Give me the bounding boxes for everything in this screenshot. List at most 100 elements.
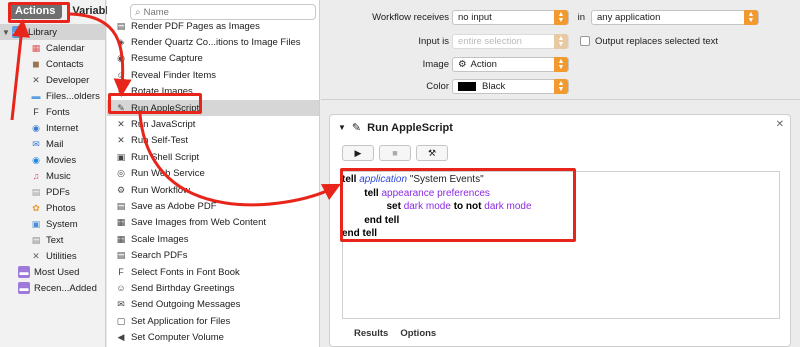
receives-popup[interactable]: no input ▲ ▼ [452, 10, 569, 25]
library-item[interactable]: ◉ Movies [0, 152, 105, 168]
action-item-label: Scale Images [131, 233, 189, 245]
search-input[interactable] [143, 6, 304, 18]
action-item-label: Resume Capture [131, 53, 203, 65]
color-popup[interactable]: Black ▲ ▼ [452, 79, 569, 94]
library-most-used-label: Most Used [34, 266, 80, 278]
hammer-icon: ⚒ [427, 147, 437, 158]
action-item[interactable]: ▤ Search PDFs [107, 247, 319, 263]
action-item[interactable]: ▦ Scale Images [107, 231, 319, 247]
results-button[interactable]: Results [354, 328, 388, 339]
automator-window: Actions Variables ▼ ▬ Library ▦ Calendar ◼… [0, 0, 800, 347]
library-item[interactable]: ✕ Developer [0, 72, 105, 88]
library-item[interactable]: ◉ Internet [0, 120, 105, 136]
image-popup[interactable]: ⚙ Action ▲ ▼ [452, 57, 569, 72]
library-item[interactable]: ▦ Calendar [0, 40, 105, 56]
text-icon: ▤ [31, 234, 41, 245]
library-item[interactable]: ◼ Contacts [0, 56, 105, 72]
library-item[interactable]: ✉ Mail [0, 136, 105, 152]
action-item[interactable]: ▤ Render PDF Pages as Images [107, 18, 319, 34]
input-is-popup: entire selection ▲ ▼ [452, 34, 569, 49]
action-item[interactable]: ✕ Run JavaScript [107, 116, 319, 132]
action-item[interactable]: ✕ Run Self-Test [107, 133, 319, 149]
library-recently-added[interactable]: ▬ Recen...Added [0, 280, 105, 296]
recently-added-icon: ▬ [18, 282, 30, 294]
color-value: Black [482, 81, 506, 92]
input-is-value: entire selection [458, 36, 522, 47]
messages-icon: ✉ [117, 299, 125, 310]
library-item-label: Files...olders [46, 90, 100, 102]
actions-list: ▤ Render PDF Pages as Images ◈ Render Quart… [107, 18, 319, 347]
action-item[interactable]: ☺ Reveal Finder Items [107, 67, 319, 83]
internet-icon: ◉ [32, 122, 40, 133]
image-value: Action [470, 59, 497, 70]
search-icon: ⌕ [135, 6, 141, 18]
library-item[interactable]: ✕ Utilities [0, 248, 105, 264]
annotation-box-script [340, 168, 576, 242]
options-button[interactable]: Options [400, 328, 436, 339]
most-used-icon: ▬ [18, 266, 30, 278]
fonts-icon: F [33, 107, 39, 117]
library-item[interactable]: ▤ PDFs [0, 184, 105, 200]
in-label: in [577, 12, 585, 23]
library-item[interactable]: ▬ Files...olders [0, 88, 105, 104]
action-item[interactable]: ⚙ Run Workflow [107, 182, 319, 198]
action-item[interactable]: ☺ Send Birthday Greetings [107, 280, 319, 296]
action-item[interactable]: ◀ Set Computer Volume [107, 329, 319, 345]
calendar-icon: ▦ [31, 42, 41, 53]
receives-value: no input [458, 12, 492, 23]
action-item[interactable]: ▤ Save as Adobe PDF [107, 198, 319, 214]
action-item[interactable]: ▢ Set Application for Files [107, 313, 319, 329]
play-icon: ▶ [354, 147, 362, 158]
close-icon[interactable]: ✕ [776, 119, 784, 130]
application-popup[interactable]: any application ▲ ▼ [591, 10, 759, 25]
library-item-label: Mail [46, 138, 64, 150]
utilities-icon: ✕ [32, 250, 40, 261]
stop-icon: ■ [392, 148, 398, 158]
library-most-used[interactable]: ▬ Most Used [0, 264, 105, 280]
finder-icon: ☺ [116, 70, 126, 81]
library-item[interactable]: ▣ System [0, 216, 105, 232]
library-item[interactable]: F Fonts [0, 104, 105, 120]
library-item[interactable]: ✿ Photos [0, 200, 105, 216]
card-footer: Results Options [330, 320, 790, 346]
action-item[interactable]: ▦ Save Images from Web Content [107, 215, 319, 231]
action-item-label: Render PDF Pages as Images [131, 20, 260, 32]
pdf-save-icon: ▤ [116, 200, 126, 211]
web-service-icon: ◎ [117, 168, 125, 179]
library-item-label: Contacts [46, 58, 84, 70]
action-item[interactable]: ▣ Run Shell Script [107, 149, 319, 165]
action-item[interactable]: ✉ Send Outgoing Messages [107, 297, 319, 313]
library-item-label: Internet [46, 122, 79, 134]
library-item-label: Utilities [46, 250, 77, 262]
contacts-icon: ◼ [32, 58, 40, 69]
action-item-label: Run Workflow [131, 184, 190, 196]
library-item[interactable]: ▤ Text [0, 232, 105, 248]
action-item[interactable]: ◉ Resume Capture [107, 51, 319, 67]
action-item-label: Run Self-Test [131, 135, 189, 147]
actions-pane: ⌕ ▤ Render PDF Pages as Images ◈ Render Qua… [107, 0, 320, 347]
save-images-icon: ▦ [116, 217, 126, 228]
run-button[interactable]: ▶ [342, 145, 374, 161]
compile-button[interactable]: ⚒ [416, 145, 448, 161]
action-item[interactable]: ◎ Run Web Service [107, 166, 319, 182]
library-item[interactable]: ♫ Music [0, 168, 105, 184]
system-icon: ▣ [31, 218, 41, 229]
disclosure-triangle-icon[interactable]: ▼ [0, 28, 12, 37]
library-root[interactable]: ▼ ▬ Library [0, 24, 105, 40]
color-swatch [458, 82, 476, 91]
stop-button[interactable]: ■ [379, 145, 411, 161]
action-item[interactable]: F Select Fonts in Font Book [107, 264, 319, 280]
popup-arrows-icon: ▲ ▼ [554, 79, 568, 94]
library-item-label: Calendar [46, 42, 85, 54]
output-replaces-label: Output replaces selected text [595, 36, 719, 47]
image-label: Image [422, 59, 449, 70]
action-item-label: Search PDFs [131, 250, 188, 262]
action-item[interactable]: ◈ Render Quartz Co...itions to Image File… [107, 34, 319, 50]
disclosure-triangle-icon[interactable]: ▼ [338, 123, 346, 132]
birthday-icon: ☺ [116, 283, 126, 294]
library-folder-icon: ▬ [12, 26, 24, 38]
action-item-label: Set Computer Volume [131, 332, 224, 344]
output-replaces-checkbox[interactable] [580, 36, 590, 46]
card-header: ▼ ✎ Run AppleScript [338, 121, 453, 135]
scale-icon: ▦ [116, 233, 126, 244]
